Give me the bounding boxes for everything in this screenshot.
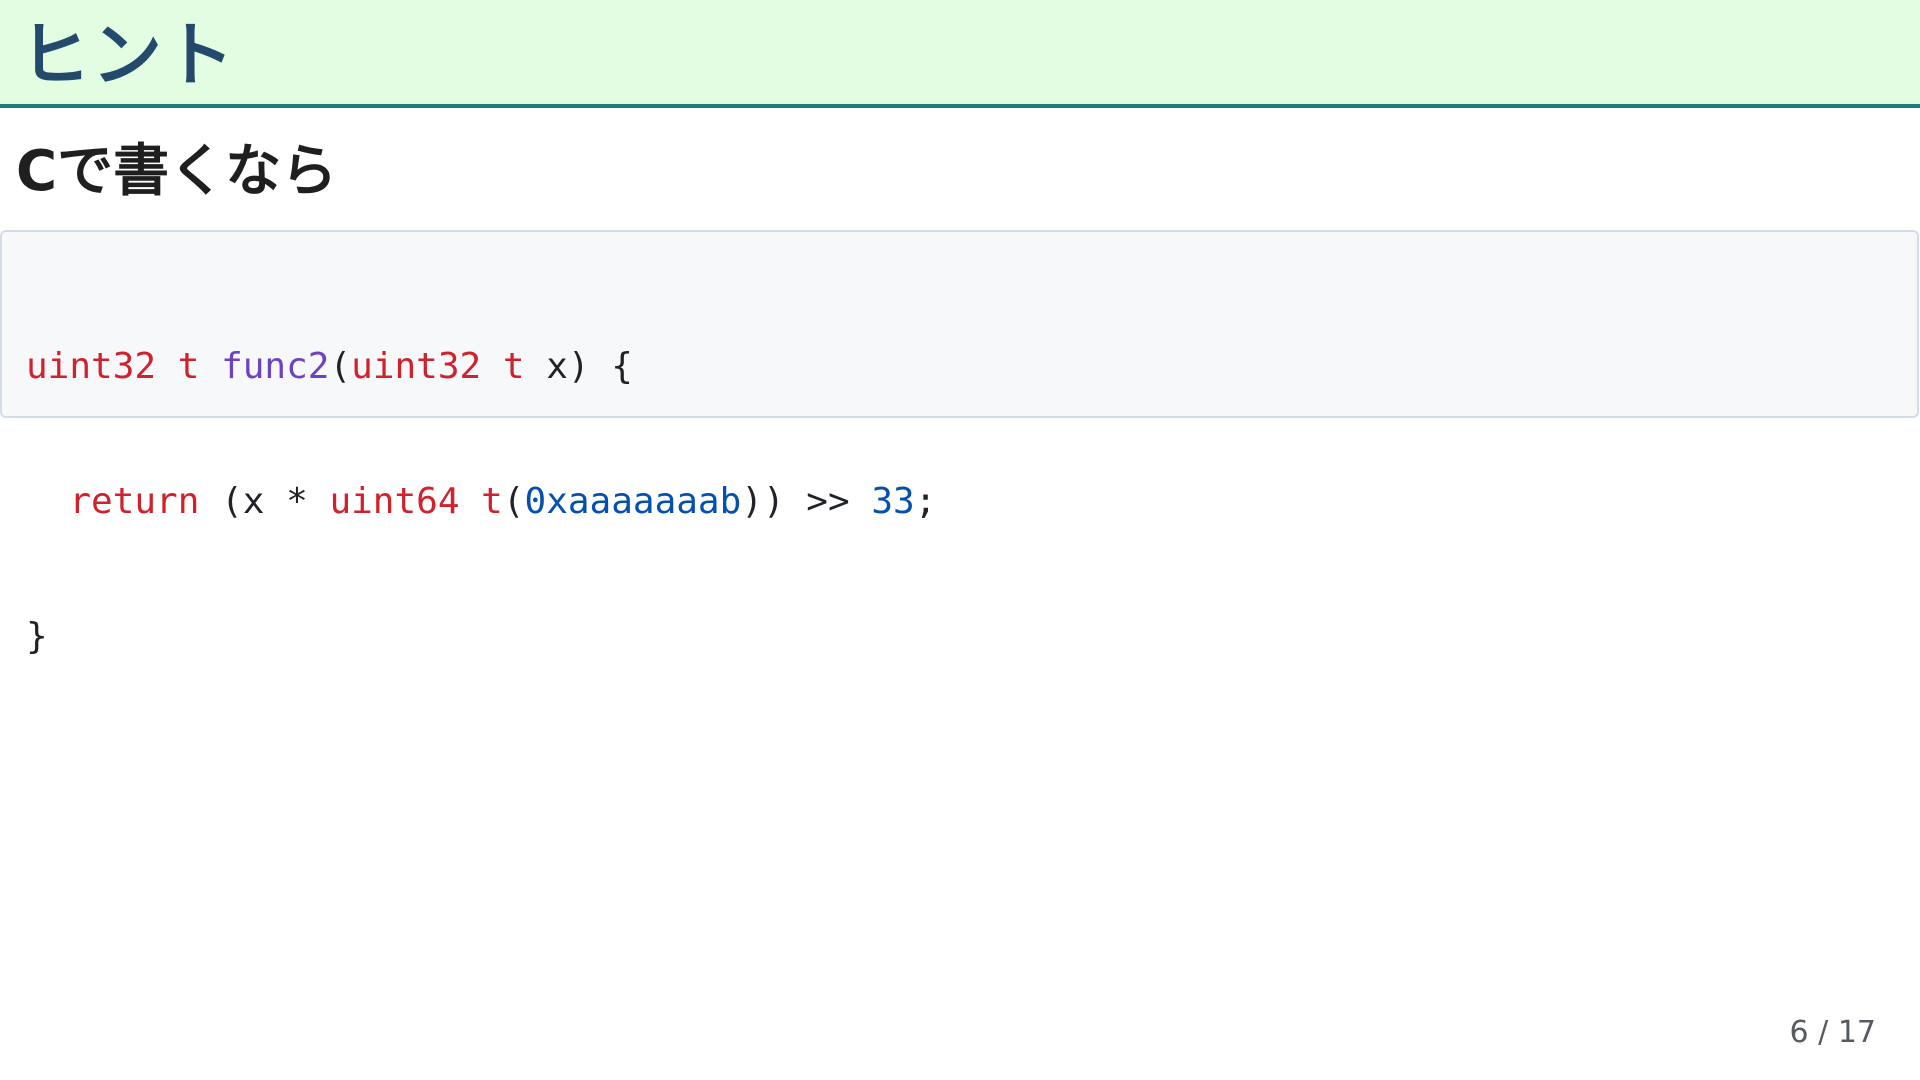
slide-header: ヒント bbox=[0, 0, 1920, 108]
code-token: 33 bbox=[871, 481, 915, 522]
code-line-3: } bbox=[26, 614, 1893, 659]
code-block: uint32 t func2(uint32 t x) { return (x *… bbox=[0, 230, 1919, 657]
code-token: (x * bbox=[199, 481, 330, 522]
code-token: uint64 t bbox=[329, 481, 503, 522]
code-token: ( bbox=[502, 481, 525, 522]
code-token: return bbox=[69, 481, 200, 522]
slide: ヒント Cで書くなら uint32 t func2(uint32 t x) { … bbox=[0, 0, 1920, 1080]
code-line-2: return (x * uint64 t(0xaaaaaaab)) >> 33; bbox=[26, 479, 1893, 524]
code-token: ( bbox=[329, 346, 352, 387]
page-number: 6 / 17 bbox=[1789, 1015, 1876, 1050]
code-token: 0xaaaaaaab bbox=[524, 481, 742, 522]
code-line-1: uint32 t func2(uint32 t x) { bbox=[26, 344, 1893, 389]
code-token: uint32 t bbox=[26, 346, 200, 387]
code-token: } bbox=[26, 616, 48, 657]
code-token: uint32 t bbox=[351, 346, 525, 387]
code-token: ; bbox=[914, 481, 937, 522]
section-heading: Cで書くなら bbox=[16, 139, 338, 204]
slide-title: ヒント bbox=[20, 14, 236, 96]
code-token: func2 bbox=[221, 346, 330, 387]
code-token: )) >> bbox=[741, 481, 872, 522]
code-token: x) { bbox=[524, 346, 633, 387]
